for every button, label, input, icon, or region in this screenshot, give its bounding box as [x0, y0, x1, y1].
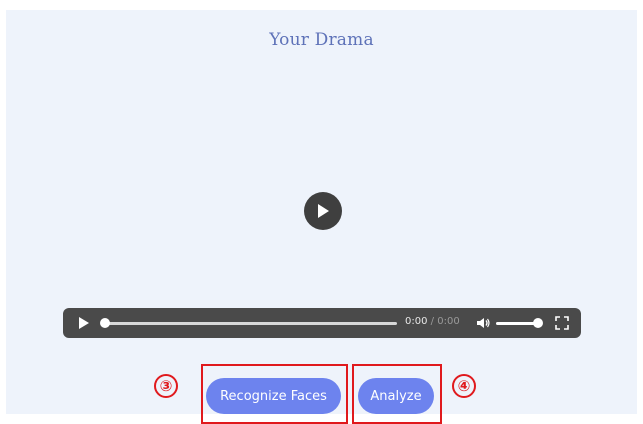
play-icon-glyph	[318, 204, 329, 218]
volume-track[interactable]	[496, 322, 538, 325]
volume-icon[interactable]	[476, 316, 490, 330]
page-title: Your Drama	[269, 30, 374, 50]
time-separator: /	[430, 316, 435, 327]
play-circle-icon[interactable]	[304, 192, 342, 230]
recognize-faces-button[interactable]: Recognize Faces	[206, 378, 341, 414]
video-controls-bar: 0:00 / 0:00	[63, 308, 581, 338]
current-time: 0:00	[405, 316, 428, 327]
fullscreen-icon[interactable]	[555, 316, 569, 330]
annotation-marker-4: ④	[452, 374, 476, 398]
analyze-button[interactable]: Analyze	[358, 378, 434, 414]
play-icon[interactable]	[77, 316, 91, 330]
page-container: Your Drama 0:00 / 0:00 ③ Recognize Faces…	[6, 10, 637, 424]
progress-knob[interactable]	[100, 318, 110, 328]
volume-knob[interactable]	[533, 318, 543, 328]
duration-time: 0:00	[437, 316, 460, 327]
time-display: 0:00 / 0:00	[405, 316, 460, 327]
annotation-marker-3: ③	[154, 374, 178, 398]
progress-track[interactable]	[103, 322, 397, 325]
